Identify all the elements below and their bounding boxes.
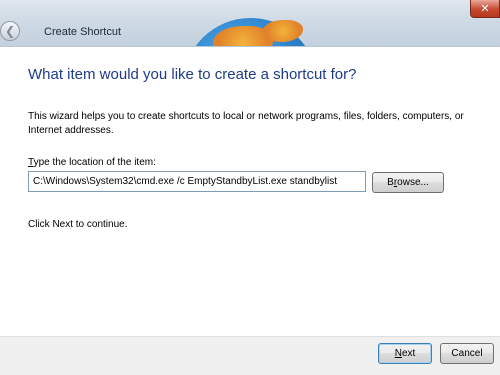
page-heading: What item would you like to create a sho… [28,66,357,83]
location-field-label: Type the location of the item: [28,157,156,168]
wizard-description: This wizard helps you to create shortcut… [28,111,464,136]
close-icon[interactable]: ✕ [470,0,500,18]
globe-landmass [263,20,303,42]
browse-label-post: owse... [397,177,429,188]
create-shortcut-window: ❮ Create Shortcut ✕ What item would you … [0,0,500,375]
location-input[interactable] [28,171,366,192]
title-bar: ❮ Create Shortcut ✕ [0,0,500,47]
globe-icon [183,18,318,46]
next-button[interactable]: Next [378,343,432,364]
cancel-button[interactable]: Cancel [440,343,494,364]
back-arrow-icon[interactable]: ❮ [0,21,20,41]
continue-instruction: Click Next to continue. [28,219,128,230]
next-label-rest: ext [401,348,416,359]
browse-button[interactable]: Br owse... [372,172,444,193]
next-label-accel: N [394,348,402,359]
label-text: ype the location of the item: [33,157,156,168]
browse-label-pre: B [387,177,394,188]
window-title: Create Shortcut [44,26,122,38]
